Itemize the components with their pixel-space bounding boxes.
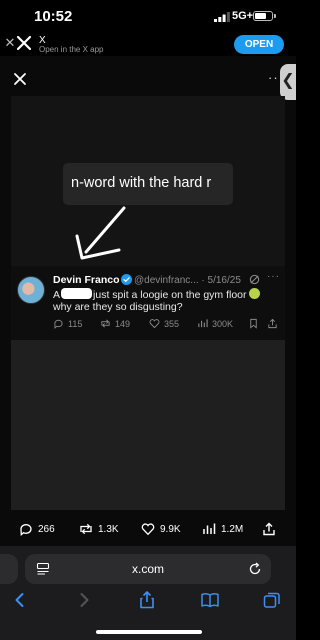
- tweet-text-line2: why are they so disgusting?: [53, 301, 183, 313]
- views-button[interactable]: 1.2M: [202, 522, 243, 536]
- tweet-like: 355: [149, 318, 179, 329]
- signal-icon: [214, 12, 230, 22]
- reply-icon: [20, 524, 32, 536]
- reload-icon[interactable]: [248, 562, 262, 576]
- tweet-actions: 115 149 355 300K: [53, 318, 283, 332]
- media-image-bottom: [11, 340, 285, 510]
- views-icon: [198, 319, 208, 328]
- tweet-text-a: A: [53, 289, 61, 301]
- sick-face-emoji-icon: [248, 288, 260, 299]
- battery-level: [255, 13, 266, 19]
- tabs-icon[interactable]: [262, 590, 282, 610]
- url-text[interactable]: x.com: [120, 562, 176, 576]
- bookmark-icon: [250, 318, 257, 329]
- redaction-mark: [61, 288, 93, 299]
- tweet-repost: 149: [100, 318, 130, 329]
- repost-count: 1.3K: [98, 523, 119, 535]
- open-app-button[interactable]: OPEN: [234, 35, 284, 54]
- caption-text: n-word with the hard r: [71, 175, 212, 191]
- tweet-text-b: just spit a loogie on the gym floor: [93, 289, 247, 301]
- battery-icon: [253, 11, 273, 21]
- author-name: Devin Franco: [53, 274, 120, 286]
- like-button[interactable]: 9.9K: [141, 522, 181, 536]
- tweet-views: 300K: [197, 318, 233, 329]
- previous-tab-stub[interactable]: [0, 554, 18, 584]
- share-button[interactable]: [262, 522, 276, 536]
- tweet-views-count: 300K: [212, 318, 234, 329]
- tweet-like-count: 355: [164, 318, 180, 329]
- engagement-bar: 266 1.3K 9.9K 1.2M: [0, 518, 296, 542]
- share-icon: [263, 522, 275, 536]
- banner-subtitle: Open in the X app: [39, 45, 104, 54]
- heart-icon: [141, 523, 155, 536]
- views-count: 1.2M: [221, 523, 244, 535]
- tweet-text-line1: Ajust spit a loogie on the gym floor: [53, 288, 260, 301]
- page-settings-icon[interactable]: [36, 562, 50, 576]
- handle-and-date: @devinfranc... · 5/16/25: [134, 275, 241, 286]
- grok-icon: [249, 274, 260, 285]
- network-label: 5G+: [232, 10, 254, 22]
- app-banner: ✕ X Open in the X app OPEN: [0, 34, 296, 56]
- forward-icon[interactable]: [74, 590, 94, 610]
- status-time: 10:52: [34, 8, 73, 25]
- share-icon: [268, 318, 277, 329]
- close-icon[interactable]: ✕: [4, 34, 16, 52]
- reply-button[interactable]: 266: [19, 522, 55, 536]
- repost-icon: [80, 523, 92, 535]
- share-icon[interactable]: [137, 590, 157, 610]
- x-logo-icon: [16, 35, 32, 51]
- tweet-repost-count: 149: [115, 318, 131, 329]
- home-indicator: [96, 630, 202, 634]
- bookmarks-icon[interactable]: [200, 590, 220, 610]
- views-icon: [203, 523, 216, 534]
- heart-icon: [149, 319, 160, 329]
- reply-icon: [54, 319, 63, 329]
- status-bar: 10:52 5G+: [0, 0, 296, 34]
- tweet-reply: 115: [53, 318, 82, 329]
- back-icon[interactable]: [10, 590, 30, 610]
- arrow-drawing: [75, 206, 126, 260]
- reply-count: 266: [38, 523, 55, 535]
- battery-tip: [274, 14, 276, 18]
- like-count: 9.9K: [160, 523, 181, 535]
- verified-badge-icon: [121, 274, 132, 285]
- close-viewer-icon[interactable]: [12, 71, 28, 87]
- repost-icon: [101, 319, 110, 328]
- tweet-more-icon: ···: [267, 271, 280, 282]
- tweet-reply-count: 115: [68, 318, 83, 329]
- repost-button[interactable]: 1.3K: [79, 522, 119, 536]
- side-handle[interactable]: ❮: [280, 64, 296, 100]
- avatar: [17, 276, 45, 304]
- browser-nav-bar: [0, 590, 296, 614]
